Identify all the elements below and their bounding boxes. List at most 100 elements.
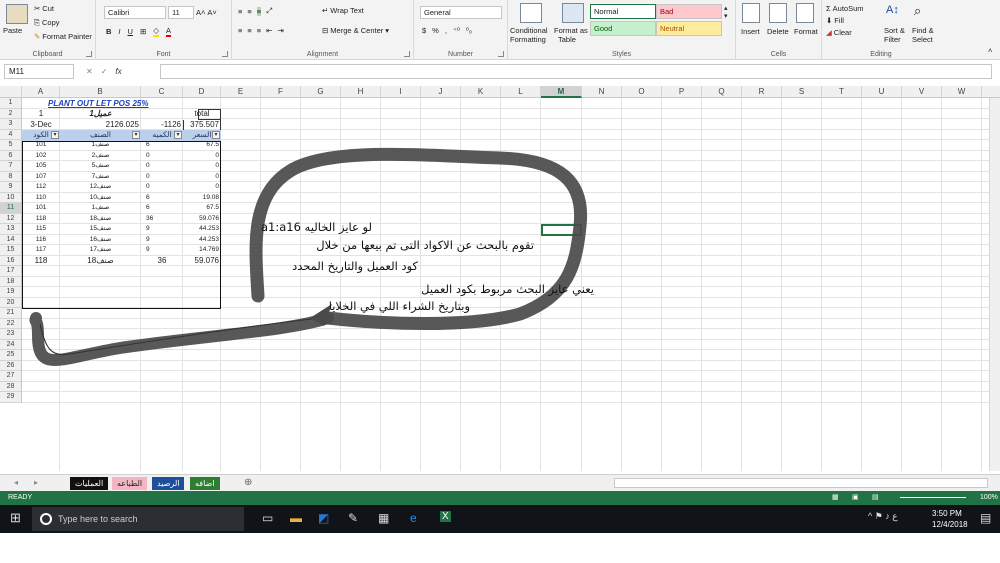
insert-button[interactable]: Insert <box>741 27 760 36</box>
format-cells-icon[interactable] <box>796 3 814 23</box>
page-layout-icon[interactable]: ▣ <box>852 493 859 501</box>
windows-start-icon[interactable]: ⊞ <box>10 510 21 526</box>
orientation-icon[interactable]: ⤢ <box>266 6 272 16</box>
app-icon[interactable]: ✎ <box>348 511 358 525</box>
edge-icon[interactable]: e <box>410 511 417 525</box>
delete-button[interactable]: Delete <box>767 27 789 36</box>
horizontal-scrollbar[interactable] <box>614 478 988 488</box>
bold-button[interactable]: B <box>106 27 111 36</box>
clipboard-launcher[interactable] <box>86 51 92 57</box>
sort-filter-button[interactable]: Sort & <box>884 26 905 35</box>
italic-button[interactable]: I <box>118 27 120 36</box>
comma-button[interactable]: , <box>445 26 447 35</box>
zoom-slider[interactable] <box>900 497 966 498</box>
align-middle-icon[interactable]: ≡ <box>247 7 251 16</box>
percent-button[interactable]: % <box>432 26 439 35</box>
conditional-formatting-icon[interactable] <box>520 3 542 23</box>
clear-button[interactable]: ◢ Clear <box>826 28 852 37</box>
copy-button[interactable]: ⎘ Copy <box>34 18 60 27</box>
fill-color-icon[interactable]: ◇ <box>153 26 160 37</box>
align-right-icon[interactable]: ≡ <box>257 26 261 35</box>
file-explorer-icon[interactable]: ▬ <box>290 511 302 525</box>
align-bottom-icon[interactable]: ≡ <box>256 6 262 16</box>
paste-button[interactable]: Paste <box>3 26 22 35</box>
collapse-ribbon-icon[interactable]: ˄ <box>988 46 992 55</box>
add-sheet-icon[interactable]: ⊕ <box>244 477 252 488</box>
vertical-scrollbar[interactable] <box>989 98 1000 471</box>
find-select-button[interactable]: Find & <box>912 26 934 35</box>
fill-button[interactable]: ⬇ Fill <box>826 16 844 25</box>
font-launcher[interactable] <box>222 51 228 57</box>
paintbrush-icon: ✎ <box>34 31 41 41</box>
decrease-decimal-icon[interactable]: ⁰₀ <box>466 26 472 35</box>
style-normal[interactable]: Normal <box>590 4 656 19</box>
underline-button[interactable]: U <box>128 27 133 36</box>
conditional-formatting-button[interactable]: Conditional <box>510 26 548 35</box>
alignment-launcher[interactable] <box>404 51 410 57</box>
cancel-icon[interactable]: ✕ <box>86 67 93 76</box>
style-good[interactable]: Good <box>590 21 656 36</box>
autosum-button[interactable]: Σ AutoSum <box>826 4 864 13</box>
outdent-icon[interactable]: ⇥ <box>277 26 283 35</box>
sort-filter-icon[interactable]: A↕ <box>886 4 899 16</box>
merge-center-button[interactable]: ⊟ Merge & Center ▾ <box>322 26 389 35</box>
format-as-table-button[interactable]: Format as <box>554 26 588 35</box>
number-launcher[interactable] <box>498 51 504 57</box>
page-break-icon[interactable]: ▤ <box>872 493 879 501</box>
styles-label: Styles <box>611 51 632 58</box>
format-button[interactable]: Format <box>794 27 818 36</box>
wrap-text-button[interactable]: ↵ Wrap Text <box>322 6 364 15</box>
increase-decimal-icon[interactable]: ⁺⁰ <box>453 26 460 35</box>
borders-icon[interactable]: ⊞ <box>140 27 146 36</box>
tab-prev-icon[interactable]: ◂ <box>14 478 18 487</box>
format-as-table-icon[interactable] <box>562 3 584 23</box>
shrink-font-icon[interactable]: A˅ <box>207 8 216 17</box>
drawn-callout-shape <box>29 147 588 366</box>
format-painter-button[interactable]: ✎ Format Painter <box>34 32 92 41</box>
worksheet-grid[interactable]: ABCDEFGHIJKLMNOPQRSTUVW 1 2 3 4 5 6 7 8 9 10 11 12 1… <box>0 86 1000 471</box>
font-name-dropdown[interactable]: Calibri <box>104 6 166 19</box>
style-bad[interactable]: Bad <box>656 4 722 19</box>
taskbar-search[interactable]: Type here to search <box>32 507 244 531</box>
zoom-level[interactable]: 100% <box>980 494 998 501</box>
conditional-formatting-label2: Formatting <box>510 35 546 44</box>
delete-cells-icon[interactable] <box>769 3 787 23</box>
tab-printing[interactable]: الطباعه <box>112 477 148 490</box>
styles-scroll[interactable]: ▴ ▾ <box>724 4 728 20</box>
status-bar: READY ▦ ▣ ▤ 100% <box>0 491 1000 505</box>
currency-button[interactable]: $ <box>422 26 426 35</box>
indent-icon[interactable]: ⇤ <box>266 26 272 35</box>
binoculars-icon[interactable]: ⌕ <box>914 3 921 19</box>
grow-font-icon[interactable]: A˄ <box>196 8 205 17</box>
tab-add[interactable]: اضافه <box>190 477 220 490</box>
note-line-1: لو عايز الخاليه a1:a16 <box>260 220 372 234</box>
paste-icon[interactable] <box>6 4 28 24</box>
font-size-dropdown[interactable]: 11 <box>168 6 194 19</box>
tab-operations[interactable]: العمليات <box>70 477 109 490</box>
tray-icons[interactable]: ^ ⚑ ♪ ع <box>868 511 898 522</box>
style-neutral[interactable]: Neutral <box>656 21 722 36</box>
font-group: Calibri 11 A˄ A˅ B I U ⊞ ◇ A Font <box>96 0 232 60</box>
align-top-icon[interactable]: ≡ <box>238 7 242 16</box>
tab-balance[interactable]: الرصيد <box>152 477 185 490</box>
formula-input[interactable] <box>160 64 992 79</box>
page-bottom <box>0 533 1000 563</box>
formula-controls: ✕ ✓ fx <box>76 64 160 79</box>
enter-icon[interactable]: ✓ <box>101 67 108 76</box>
normal-view-icon[interactable]: ▦ <box>832 493 839 501</box>
number-format-dropdown[interactable]: General <box>420 6 502 19</box>
align-center-icon[interactable]: ≡ <box>247 26 251 35</box>
notifications-icon[interactable]: ▤ <box>980 511 991 525</box>
font-color-icon[interactable]: A <box>166 26 172 37</box>
calculator-icon[interactable]: ▦ <box>378 511 389 525</box>
cut-button[interactable]: ✂ Cut <box>34 4 54 13</box>
outlook-icon[interactable]: ◩ <box>318 511 329 525</box>
name-box[interactable]: M11 <box>4 64 74 79</box>
insert-cells-icon[interactable] <box>742 3 760 23</box>
filter-label: Filter <box>884 35 901 44</box>
fx-button[interactable]: fx <box>115 67 121 76</box>
task-view-icon[interactable]: ▭ <box>262 511 273 525</box>
align-left-icon[interactable]: ≡ <box>238 26 242 35</box>
excel-taskbar-icon[interactable]: X <box>440 511 451 522</box>
tab-next-icon[interactable]: ▸ <box>34 478 38 487</box>
